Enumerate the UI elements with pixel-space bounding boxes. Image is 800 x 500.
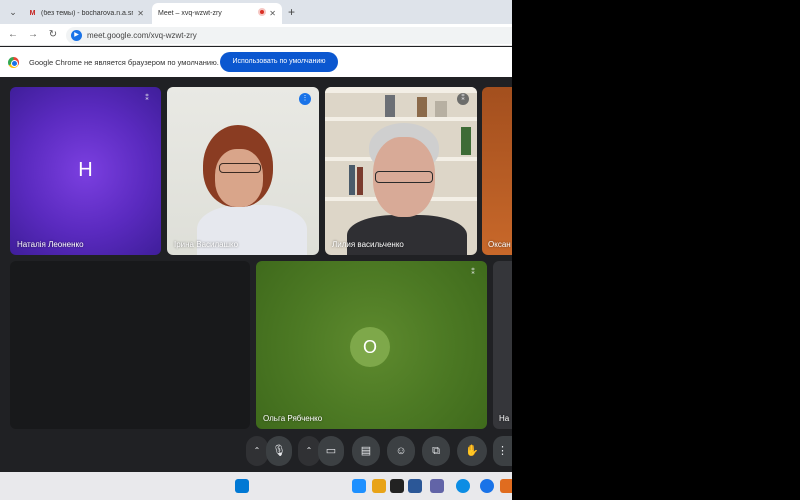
chevron-up-icon[interactable]: ⌃ (246, 436, 268, 466)
reload-icon[interactable]: ↻ (46, 28, 60, 42)
participant-tile[interactable]: На (493, 261, 512, 429)
file-explorer-icon[interactable] (372, 479, 386, 493)
app-icon[interactable] (408, 479, 422, 493)
mic-off-icon: ⁑ (471, 269, 475, 276)
participant-avatar-letter: Н (78, 159, 93, 181)
participant-name: Наталія Леоненко (17, 240, 84, 249)
screen: ⌄ M (без темы) - bocharova.n.a.sru ✕ Mee… (0, 0, 512, 500)
participant-tile[interactable]: ⁑ О Ольга Рябченко (256, 261, 487, 429)
participant-name: Оксан (488, 240, 511, 249)
camera-icon[interactable]: ▭ (318, 436, 344, 466)
raise-hand-icon[interactable]: ✋ (457, 436, 487, 466)
empty-black-area (512, 0, 800, 500)
participant-avatar-letter: О (350, 327, 390, 367)
captions-icon[interactable]: ▤ (352, 436, 380, 466)
address-bar[interactable]: ▶ meet.google.com/xvq-wzwt-zry (66, 27, 512, 44)
participant-name: Ольга Рябченко (263, 414, 323, 423)
participant-name: На (499, 414, 510, 423)
widgets-icon[interactable] (352, 479, 366, 493)
mic-off-icon: ⁑ (457, 93, 469, 105)
participant-name: Ірина Василашко (174, 240, 239, 249)
browser-toolbar: ← → ↻ ▶ meet.google.com/xvq-wzwt-zry (0, 24, 512, 46)
recording-icon (258, 8, 266, 16)
gmail-icon: M (29, 10, 36, 17)
app-icon[interactable] (390, 479, 404, 493)
edge-icon[interactable] (456, 479, 470, 493)
default-browser-infobar: Google Chrome не является браузером по у… (0, 47, 512, 77)
back-icon[interactable]: ← (6, 28, 20, 42)
infobar-message: Google Chrome не является браузером по у… (29, 58, 219, 67)
taskbar (0, 472, 512, 500)
mic-off-icon: ⁑ (145, 95, 149, 102)
forward-icon[interactable]: → (26, 28, 40, 42)
tab-search-icon[interactable]: ⌄ (6, 5, 20, 19)
meeting-controls: ⌃ 🎙 ⌃ ▭ ▤ ☺ ⧉ ✋ ⋮ (0, 432, 512, 472)
more-vert-icon[interactable]: ⋮ (493, 436, 512, 466)
speaking-indicator-icon: ⋮ (299, 93, 311, 105)
participant-tile[interactable]: ⁑ Лилия васильченко (325, 87, 477, 255)
participant-tile[interactable]: Оксан (482, 87, 512, 255)
tab-strip: ⌄ M (без темы) - bocharova.n.a.sru ✕ Mee… (0, 0, 512, 89)
close-icon[interactable]: ✕ (269, 9, 276, 18)
new-tab-button[interactable]: + (288, 5, 295, 19)
meet-stage: ⁑ Н Наталія Леоненко ⋮ Ірина Василашко ⁑… (0, 77, 512, 472)
app-icon[interactable] (500, 479, 512, 493)
url-text: meet.google.com/xvq-wzwt-zry (87, 31, 197, 40)
empty-area (10, 261, 250, 429)
chrome-icon (8, 57, 19, 68)
participant-tile[interactable]: ⋮ Ірина Василашко (167, 87, 319, 255)
participant-tile[interactable]: ⁑ Н Наталія Леоненко (10, 87, 161, 255)
chevron-up-icon[interactable]: ⌃ (298, 436, 320, 466)
tab-label: Meet – xvq-wzwt-zry (158, 10, 222, 17)
present-icon[interactable]: ⧉ (422, 436, 450, 466)
tab-gmail[interactable]: M (без темы) - bocharova.n.a.sru ✕ (22, 3, 150, 24)
emoji-icon[interactable]: ☺ (387, 436, 415, 466)
teams-icon[interactable] (430, 479, 444, 493)
tab-label: (без темы) - bocharova.n.a.sru (41, 10, 134, 17)
mic-icon[interactable]: 🎙 (266, 436, 292, 466)
set-default-button[interactable]: Использовать по умолчанию (220, 52, 338, 72)
site-info-icon[interactable]: ▶ (71, 30, 82, 41)
participant-name: Лилия васильченко (332, 240, 404, 249)
close-icon[interactable]: ✕ (137, 9, 144, 18)
chrome-taskbar-icon[interactable] (480, 479, 494, 493)
start-icon[interactable] (235, 479, 249, 493)
